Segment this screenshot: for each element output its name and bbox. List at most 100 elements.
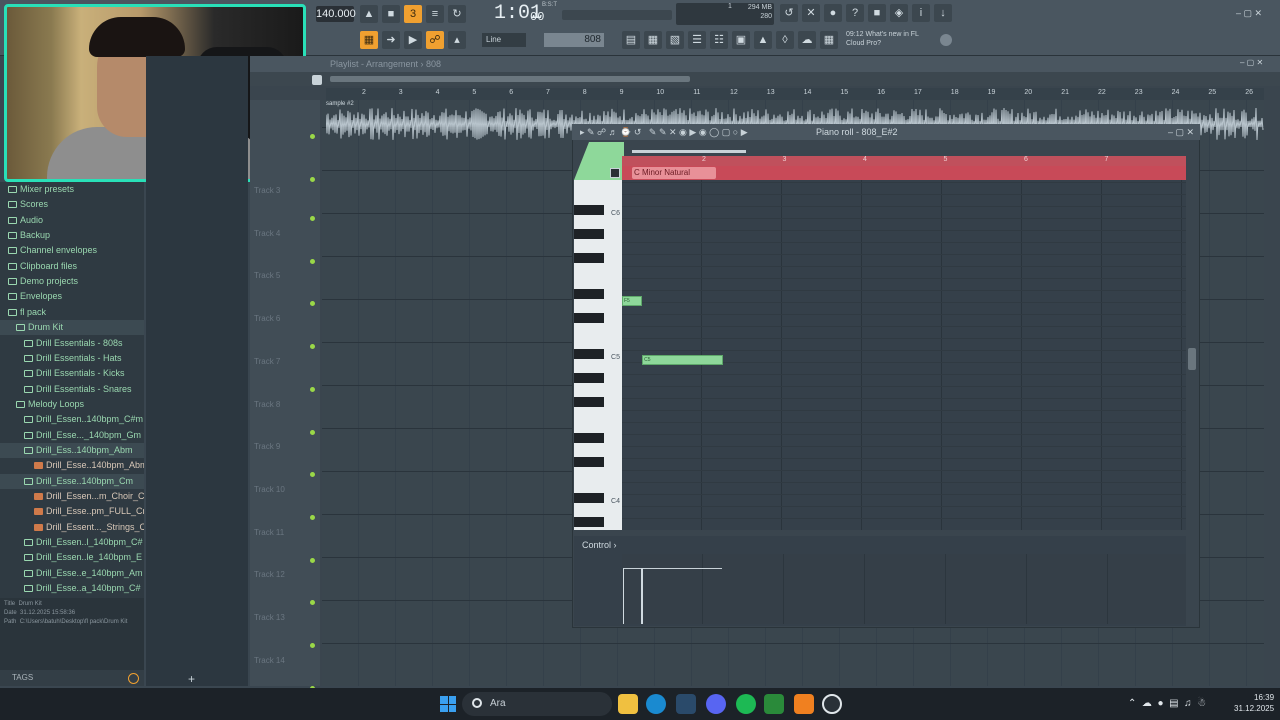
search-icon[interactable]	[128, 673, 139, 684]
pr-tools-icons[interactable]: ▸ ✎ ☍ ♬ ⌚ ↺ ✎ ✎ ✕ ◉ ▶ ◉ ◯ ▢ ○ ▶	[580, 124, 748, 140]
add-button[interactable]: +	[188, 672, 195, 686]
loop-record-icon[interactable]: ↻	[448, 5, 466, 23]
black-key[interactable]	[574, 493, 604, 503]
browser-item[interactable]: Drill_Essen..le_140bpm_E	[0, 550, 144, 565]
browser-item[interactable]: Drill_Ess..140bpm_Abm	[0, 442, 144, 458]
playlist-ruler[interactable]: 2 3 4 5 6 7 8 9 10 11 12 13 14 15 16 17 18 19 20 21 22 23 24 25…	[326, 88, 1264, 100]
browser-item[interactable]: Drill_Esse..140bpm_Cm	[0, 473, 144, 489]
track-mute-led[interactable]	[310, 600, 315, 606]
wait-icon[interactable]: ■	[382, 5, 400, 23]
track-mute-led[interactable]	[310, 386, 315, 392]
piano-keyboard[interactable]: C6 C5 C4	[574, 180, 622, 530]
steam-icon[interactable]	[676, 694, 696, 714]
track-mute-led[interactable]	[310, 216, 315, 221]
track-mute-led[interactable]	[310, 643, 315, 648]
browser-item[interactable]: Drum Kit	[0, 320, 144, 336]
track-label[interactable]: Track 8	[254, 400, 280, 409]
arrow-right-icon[interactable]: ➜	[382, 31, 400, 49]
blend-icon[interactable]: ≡	[426, 5, 444, 23]
midi-note[interactable]: C5	[642, 355, 723, 365]
browser-item[interactable]: Channel envelopes	[0, 243, 144, 258]
track-label[interactable]: Track 5	[254, 271, 280, 280]
plugin-picker-icon[interactable]: ▣	[732, 31, 750, 49]
news-panel[interactable]: 09:12 What's new in FL Cloud Pro?	[846, 30, 919, 48]
control-grid[interactable]	[622, 554, 1186, 624]
control-label[interactable]: Control ›	[582, 540, 617, 550]
midi-note[interactable]: F5	[622, 296, 643, 306]
download-icon[interactable]: ↓	[934, 4, 952, 22]
black-key[interactable]	[574, 457, 604, 467]
cloud-icon[interactable]: ☁	[798, 31, 816, 49]
browser-item[interactable]: Drill_Essen..l_140bpm_C#	[0, 535, 144, 550]
black-key[interactable]	[574, 229, 604, 239]
pr-window-controls[interactable]: – ▢ ✕	[1168, 124, 1194, 140]
taskbar-search[interactable]: Ara	[462, 692, 612, 716]
save-icon[interactable]: ■	[868, 4, 886, 22]
browser-item[interactable]: Mixer presets	[0, 182, 144, 197]
track-mute-led[interactable]	[310, 472, 315, 478]
piano-roll-ruler[interactable]: 2 3 4 5 6 7	[622, 156, 1186, 166]
cut-icon[interactable]: ✕	[802, 4, 820, 22]
mixer-icon[interactable]: ☰	[688, 31, 706, 49]
pointer-icon[interactable]: ▶	[404, 31, 422, 49]
snap-icon[interactable]: ☍	[426, 31, 444, 49]
track-label[interactable]: Track 9	[254, 442, 280, 451]
black-key[interactable]	[574, 373, 604, 383]
tuner-icon[interactable]: ▲	[754, 31, 772, 49]
track-mute-led[interactable]	[310, 258, 315, 264]
window-controls[interactable]: – ▢ ✕	[1236, 8, 1262, 19]
recorder-icon[interactable]	[822, 694, 842, 714]
playlist-menu-icon[interactable]	[312, 75, 322, 85]
file-explorer-icon[interactable]	[618, 694, 638, 714]
black-key[interactable]	[574, 289, 604, 299]
playlist-window-controls[interactable]: – ▢ ✕	[1240, 58, 1263, 67]
black-key[interactable]	[574, 397, 604, 407]
stamp-icon[interactable]: ▴	[448, 31, 466, 49]
browser-item[interactable]: Demo projects	[0, 274, 144, 289]
undo-icon[interactable]: ↺	[780, 4, 798, 22]
tags-bar[interactable]: TAGS	[0, 670, 144, 686]
track-label[interactable]: Track 11	[254, 528, 284, 537]
browser-item[interactable]: Drill Essentials - Hats	[0, 351, 144, 366]
track-mute-led[interactable]	[310, 429, 315, 435]
black-key[interactable]	[574, 205, 604, 215]
discord-icon[interactable]	[706, 694, 726, 714]
snap-select[interactable]: Line	[482, 33, 526, 47]
track-mute-led[interactable]	[310, 177, 315, 182]
browser-icon[interactable]: ☷	[710, 31, 728, 49]
info-icon[interactable]: i	[912, 4, 930, 22]
news-globe-icon[interactable]	[940, 34, 952, 46]
browser-item[interactable]: Melody Loops	[0, 397, 144, 412]
browser-item[interactable]: Drill Essentials - 808s	[0, 336, 144, 351]
browser-item[interactable]: Drill Essentials - Kicks	[0, 366, 144, 381]
black-key[interactable]	[574, 517, 604, 527]
track-mute-led[interactable]	[310, 301, 315, 307]
track-label[interactable]: Track 13	[254, 613, 285, 622]
pattern-value[interactable]: 808	[544, 33, 604, 47]
black-key[interactable]	[574, 253, 604, 263]
velocity-bar[interactable]	[641, 568, 643, 624]
piano-icon[interactable]: ▦	[360, 31, 378, 49]
browser-item[interactable]: Drill_Essen..140bpm_C#m	[0, 412, 144, 427]
browser-item[interactable]: fl pack	[0, 305, 144, 320]
scale-toggle-icon[interactable]	[610, 168, 620, 178]
track-mute-led[interactable]	[310, 344, 315, 350]
browser-item[interactable]: Drill_Esse..._140bpm_Gm	[0, 428, 144, 443]
track-mute-led[interactable]	[310, 514, 315, 520]
track-mute-led[interactable]	[310, 134, 315, 139]
plugin-icon[interactable]: ◈	[890, 4, 908, 22]
track-label[interactable]: Track 3	[254, 186, 280, 195]
browser-item[interactable]: Drill_Esse..pm_FULL_Cm	[0, 504, 144, 519]
countdown-icon[interactable]: 3	[404, 5, 422, 23]
scale-label[interactable]: C Minor Natural (Aeolian)	[632, 167, 716, 189]
tempo-display[interactable]: 140.000	[316, 6, 356, 22]
browser-item[interactable]: Drill_Esse..a_140bpm_C#	[0, 581, 144, 596]
fl-studio-icon[interactable]	[794, 694, 814, 714]
browser-item[interactable]: Drill_Essen...m_Choir_Cm	[0, 489, 144, 504]
master-volume-slider[interactable]	[562, 10, 672, 20]
playlist-scrollbar[interactable]	[250, 72, 1280, 86]
black-key[interactable]	[574, 433, 604, 443]
browser-item[interactable]: Envelopes	[0, 289, 144, 304]
black-key[interactable]	[574, 313, 604, 323]
browser-item[interactable]: Drill_Esse..e_140bpm_Am	[0, 566, 144, 581]
